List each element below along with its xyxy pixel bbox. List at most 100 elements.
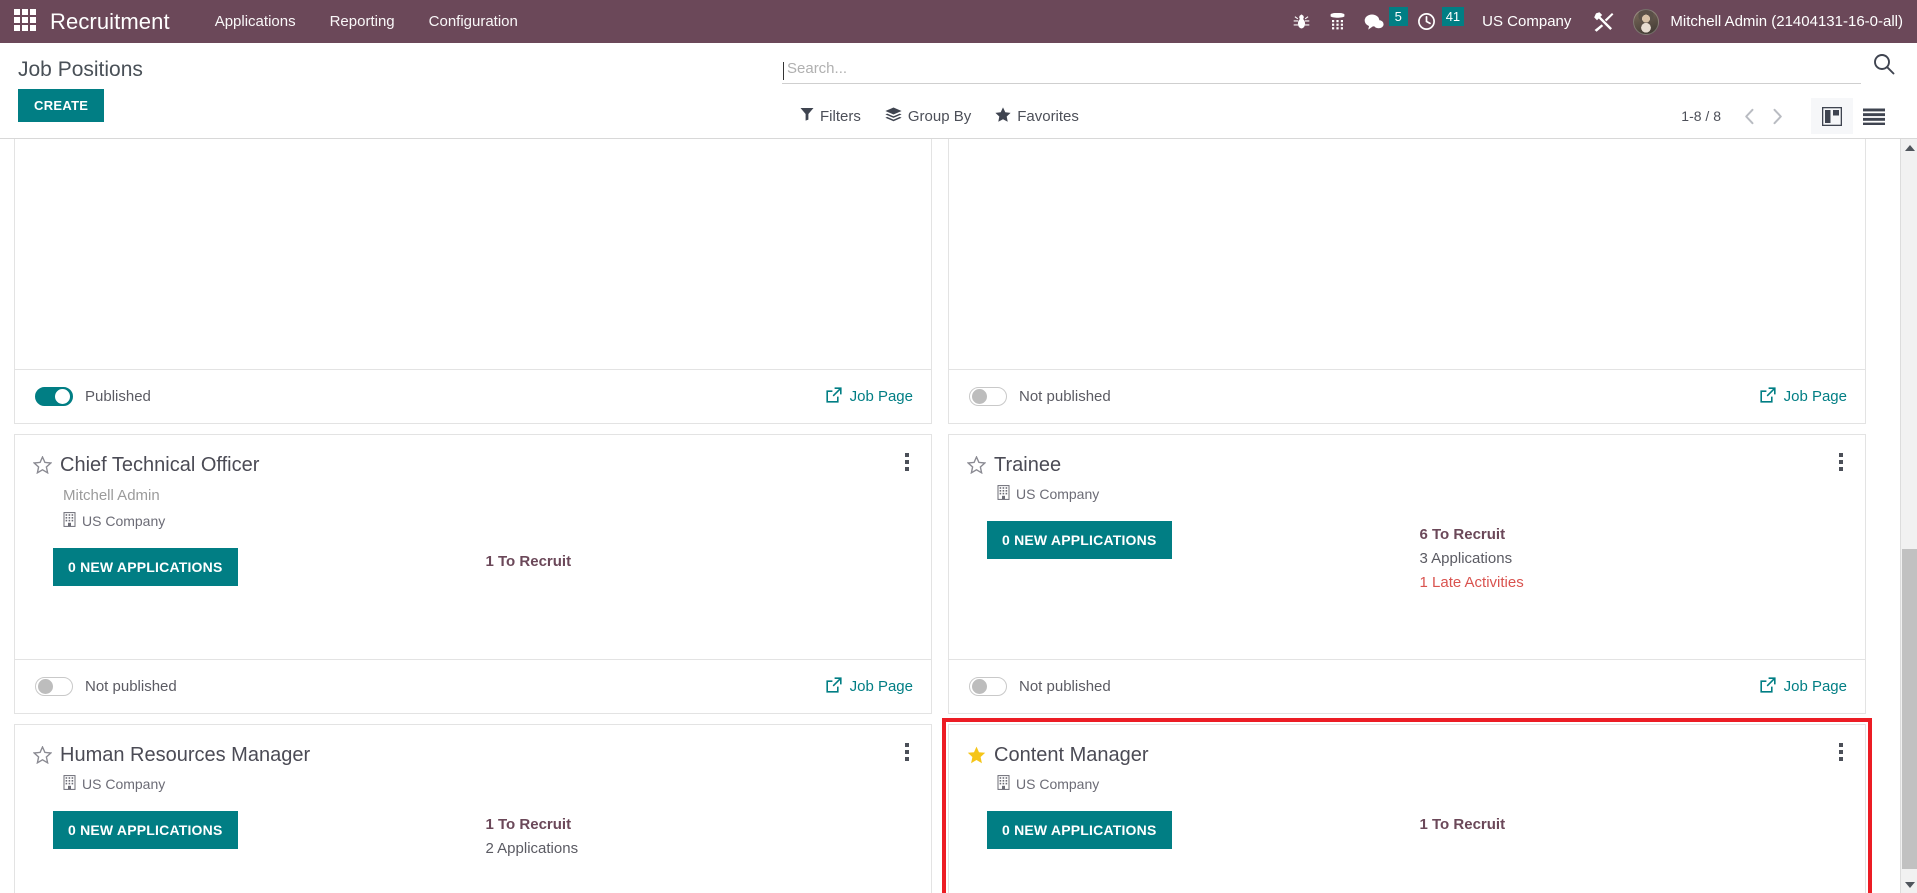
kanban-column: Content Manager US Company 0 NEW APPLICA… xyxy=(940,718,1874,893)
card-body: Trainee US Company 0 NEW APPLICATIONS 6 … xyxy=(949,435,1865,659)
applications-stat[interactable]: 3 Applications xyxy=(1420,547,1524,571)
messages-icon[interactable] xyxy=(1357,0,1391,43)
card-company-row: US Company xyxy=(63,775,913,793)
new-applications-button[interactable]: 0 NEW APPLICATIONS xyxy=(53,811,238,849)
publish-status-label: Not published xyxy=(1019,388,1111,405)
publish-toggle[interactable] xyxy=(969,387,1007,406)
job-page-link[interactable]: Job Page xyxy=(1760,386,1847,407)
control-panel-left: Job Positions CREATE xyxy=(0,43,780,138)
new-applications-button[interactable]: 0 NEW APPLICATIONS xyxy=(53,548,238,586)
pager-previous-button[interactable] xyxy=(1735,103,1763,129)
card-title[interactable]: Human Resources Manager xyxy=(60,743,310,767)
job-page-label: Job Page xyxy=(1783,678,1847,695)
card-company-label: US Company xyxy=(1016,486,1100,502)
new-applications-button[interactable]: 0 NEW APPLICATIONS xyxy=(987,521,1172,559)
card-body xyxy=(949,139,1865,369)
pager-and-views: 1-8 / 8 xyxy=(1681,98,1895,134)
user-menu[interactable]: Mitchell Admin (21404131-16-0-all) xyxy=(1670,13,1903,30)
search-input[interactable] xyxy=(784,60,1859,77)
card-menu-icon[interactable] xyxy=(897,451,917,473)
favorite-star-icon-filled[interactable] xyxy=(967,746,986,769)
late-activities-stat[interactable]: 1 Late Activities xyxy=(1420,571,1524,595)
search-box[interactable] xyxy=(782,60,1861,84)
favorite-star-icon[interactable] xyxy=(32,745,53,769)
scroll-down-arrow[interactable] xyxy=(1901,876,1917,893)
company-switcher[interactable]: US Company xyxy=(1466,13,1585,30)
building-icon xyxy=(63,512,76,530)
bug-icon[interactable] xyxy=(1285,0,1319,43)
to-recruit-stat[interactable]: 1 To Recruit xyxy=(486,550,572,574)
job-page-link[interactable]: Job Page xyxy=(826,386,913,407)
card-footer: Not published Job Page xyxy=(949,659,1865,713)
kanban-view-icon[interactable] xyxy=(1811,98,1853,134)
wrench-screwdriver-icon[interactable] xyxy=(1587,0,1621,43)
job-page-link[interactable]: Job Page xyxy=(1760,676,1847,697)
job-page-link[interactable]: Job Page xyxy=(826,676,913,697)
card-footer: Not published Job Page xyxy=(15,659,931,713)
applications-stat[interactable]: 2 Applications xyxy=(486,837,579,861)
menu-reporting[interactable]: Reporting xyxy=(313,0,412,43)
card-title[interactable]: Content Manager xyxy=(994,743,1149,767)
control-panel-right: Filters Group By xyxy=(780,43,1917,138)
card-menu-icon[interactable] xyxy=(1831,741,1851,763)
card-company-label: US Company xyxy=(82,513,166,529)
card-title[interactable]: Trainee xyxy=(994,453,1061,477)
filter-icon xyxy=(800,107,814,125)
card-menu-icon[interactable] xyxy=(897,741,917,763)
search-icon[interactable] xyxy=(1873,53,1895,80)
card-title[interactable]: Chief Technical Officer xyxy=(60,453,259,477)
menu-applications[interactable]: Applications xyxy=(198,0,313,43)
kanban-scroll-container: Published Job Page Not published Job Pag… xyxy=(0,139,1900,893)
kanban-column: Human Resources Manager US Company 0 NEW… xyxy=(6,719,940,893)
toggle-knob xyxy=(972,679,987,694)
favorites-button[interactable]: Favorites xyxy=(995,106,1079,126)
publish-toggle[interactable] xyxy=(969,677,1007,696)
app-brand-recruitment[interactable]: Recruitment xyxy=(50,9,170,35)
scroll-up-arrow[interactable] xyxy=(1901,139,1917,156)
job-card-partial-right[interactable]: Not published Job Page xyxy=(948,139,1866,424)
create-button[interactable]: CREATE xyxy=(18,89,105,122)
activities-clock-icon[interactable] xyxy=(1410,0,1444,43)
layers-icon xyxy=(885,107,902,126)
to-recruit-stat[interactable]: 1 To Recruit xyxy=(1420,813,1506,837)
filters-button[interactable]: Filters xyxy=(800,107,861,125)
job-card-partial-left[interactable]: Published Job Page xyxy=(14,139,932,424)
activities-badge[interactable]: 41 xyxy=(1441,7,1465,26)
job-page-label: Job Page xyxy=(849,388,913,405)
card-menu-icon[interactable] xyxy=(1831,451,1851,473)
job-card-human-resources-manager[interactable]: Human Resources Manager US Company 0 NEW… xyxy=(14,724,932,893)
building-icon xyxy=(997,485,1010,503)
favorite-star-icon[interactable] xyxy=(32,455,53,479)
card-stats-row: 0 NEW APPLICATIONS 1 To Recruit xyxy=(33,548,913,586)
to-recruit-stat[interactable]: 1 To Recruit xyxy=(486,813,579,837)
building-icon xyxy=(63,775,76,793)
apps-grid-icon[interactable] xyxy=(14,8,40,35)
new-applications-button[interactable]: 0 NEW APPLICATIONS xyxy=(987,811,1172,849)
external-link-icon xyxy=(1760,386,1776,407)
vertical-scrollbar[interactable] xyxy=(1900,139,1917,893)
job-card-content-manager[interactable]: Content Manager US Company 0 NEW APPLICA… xyxy=(942,718,1872,893)
favorite-star-icon[interactable] xyxy=(966,455,987,479)
pager-next-button[interactable] xyxy=(1763,103,1791,129)
group-by-button[interactable]: Group By xyxy=(885,107,971,126)
top-navbar: Recruitment Applications Reporting Confi… xyxy=(0,0,1917,43)
star-icon xyxy=(995,106,1011,126)
job-page-label: Job Page xyxy=(1783,388,1847,405)
job-card-chief-technical-officer[interactable]: Chief Technical Officer Mitchell Admin U… xyxy=(14,434,932,714)
menu-configuration[interactable]: Configuration xyxy=(412,0,535,43)
scrollbar-thumb[interactable] xyxy=(1902,549,1917,869)
toggle-knob xyxy=(38,679,53,694)
dialpad-icon[interactable] xyxy=(1321,0,1355,43)
list-view-icon[interactable] xyxy=(1853,98,1895,134)
publish-toggle[interactable] xyxy=(35,387,73,406)
card-company-label: US Company xyxy=(1016,776,1100,792)
avatar[interactable] xyxy=(1633,8,1660,35)
to-recruit-stat[interactable]: 6 To Recruit xyxy=(1420,523,1524,547)
external-link-icon xyxy=(1760,676,1776,697)
pager-value[interactable]: 1-8 / 8 xyxy=(1681,108,1721,124)
messages-badge[interactable]: 5 xyxy=(1388,7,1408,26)
card-company-row: US Company xyxy=(997,485,1847,503)
job-card-trainee[interactable]: Trainee US Company 0 NEW APPLICATIONS 6 … xyxy=(948,434,1866,714)
kanban-column: Trainee US Company 0 NEW APPLICATIONS 6 … xyxy=(940,429,1874,719)
publish-toggle[interactable] xyxy=(35,677,73,696)
